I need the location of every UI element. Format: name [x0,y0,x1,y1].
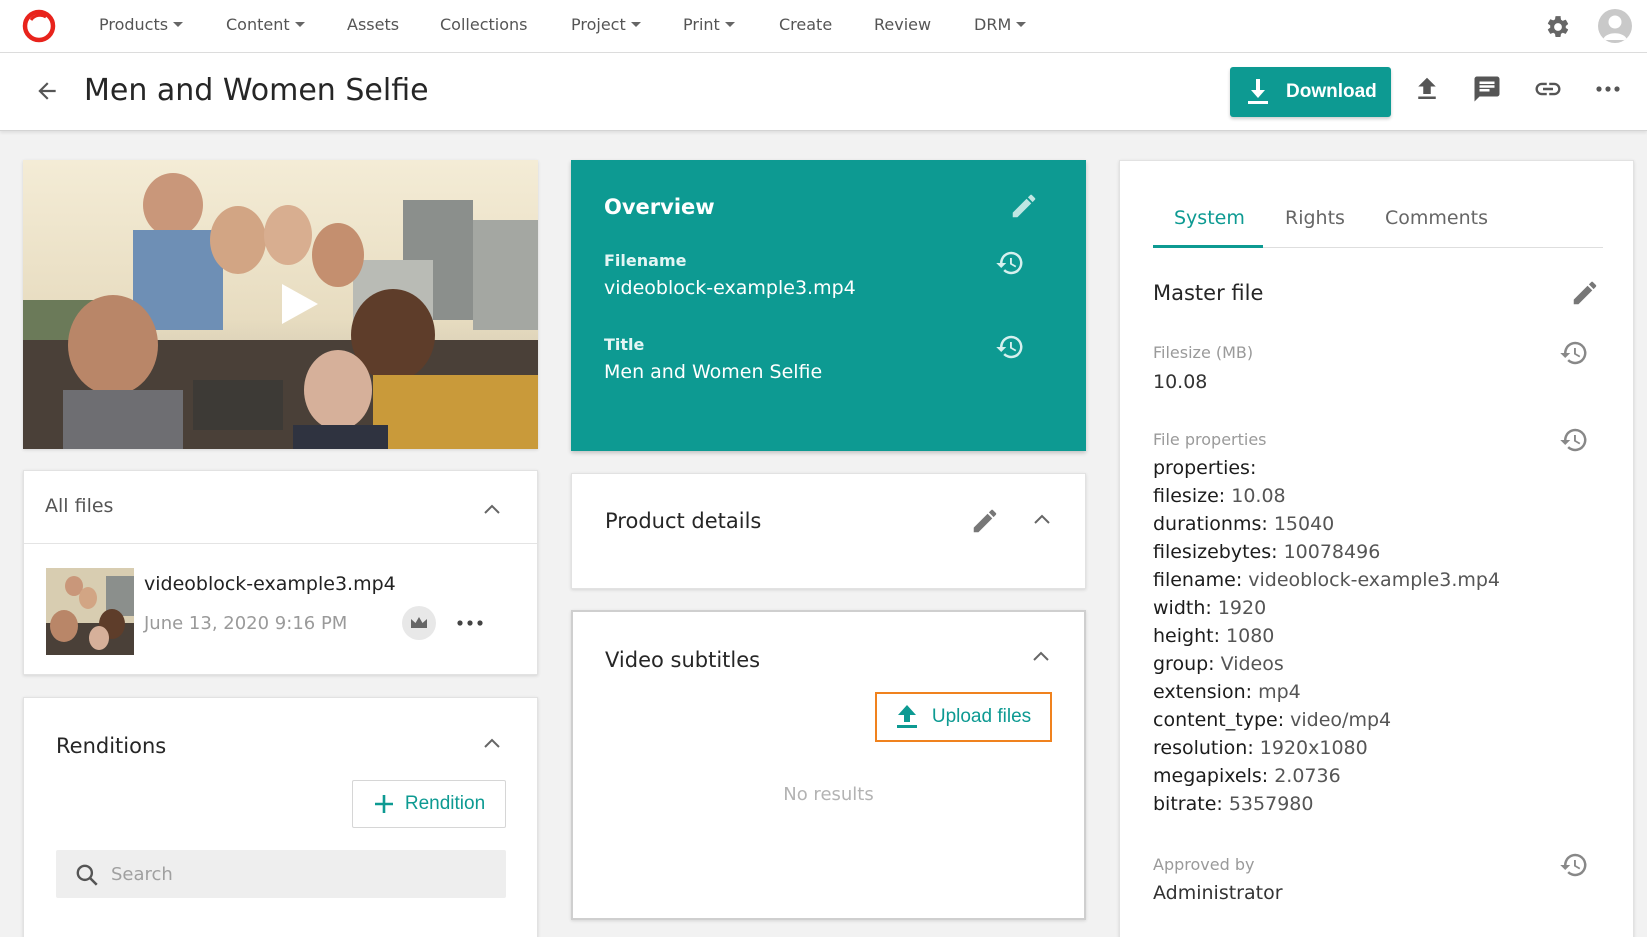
search-icon [76,864,98,886]
nav-print[interactable]: Print [683,15,735,34]
search-input[interactable] [111,850,491,898]
gear-icon[interactable] [1545,14,1571,40]
properties-heading: properties: [1153,457,1257,479]
product-details-title: Product details [605,509,762,533]
file-thumbnail[interactable] [46,568,134,655]
all-files-panel: All files videoblock-example3.mp4 June 1… [23,470,538,675]
master-file-title: Master file [1153,281,1264,305]
upload-icon[interactable] [1412,74,1442,104]
avatar[interactable] [1598,9,1632,43]
video-preview[interactable] [23,160,538,449]
edit-icon[interactable] [1570,278,1600,308]
chevron-up-icon[interactable] [1033,513,1051,525]
nav-assets[interactable]: Assets [347,15,399,34]
filename-value: videoblock-example3.mp4 [604,277,856,299]
overview-panel: Overview Filename videoblock-example3.mp… [571,160,1086,451]
divider [24,543,537,544]
filename-label: Filename [604,251,687,270]
property-row: group: Videos [1153,653,1284,675]
property-row: resolution: 1920x1080 [1153,737,1368,759]
nav-content[interactable]: Content [226,15,305,34]
renditions-panel: Renditions Rendition [23,697,538,937]
video-subtitles-title: Video subtitles [605,648,761,672]
nav-drm[interactable]: DRM [974,15,1027,34]
nav-project[interactable]: Project [571,15,641,34]
tab-system[interactable]: System [1174,207,1245,229]
edit-icon[interactable] [970,506,1000,536]
title-bar: Men and Women Selfie Download [0,53,1647,131]
history-icon[interactable] [1559,850,1589,880]
edit-icon[interactable] [1009,191,1039,221]
download-icon [1248,79,1268,104]
file-date: June 13, 2020 9:16 PM [144,613,348,634]
property-row: height: 1080 [1153,625,1275,647]
comment-icon[interactable] [1472,74,1502,104]
property-row: megapixels: 2.0736 [1153,765,1341,787]
tab-rights[interactable]: Rights [1285,207,1345,229]
caret-down-icon [294,22,305,27]
upload-files-button[interactable]: Upload files [875,692,1052,742]
chevron-up-icon[interactable] [1032,650,1050,662]
caret-down-icon [173,22,184,27]
crown-icon [411,617,427,628]
nav-collections[interactable]: Collections [440,15,527,34]
property-row: extension: mp4 [1153,681,1301,703]
nav-products[interactable]: Products [99,15,184,34]
empty-state-text: No results [783,784,874,805]
product-details-panel: Product details [571,473,1086,589]
file-properties-label: File properties [1153,430,1267,449]
back-arrow-icon[interactable] [34,78,60,104]
plus-icon [374,795,393,813]
property-row: durationms: 15040 [1153,513,1335,535]
approved-by-value: Administrator [1153,882,1283,904]
user-icon [1603,15,1627,40]
logo-icon[interactable] [22,9,56,43]
history-icon[interactable] [1559,425,1589,455]
caret-down-icon [1016,22,1027,27]
property-row: filename: videoblock-example3.mp4 [1153,569,1501,591]
property-row: bitrate: 5357980 [1153,793,1314,815]
download-button[interactable]: Download [1230,67,1391,117]
file-name[interactable]: videoblock-example3.mp4 [144,573,396,595]
top-nav: Products Content Assets Collections Proj… [0,0,1647,53]
property-row: content_type: video/mp4 [1153,709,1392,731]
renditions-heading: Renditions [56,734,167,758]
title-value: Men and Women Selfie [604,361,823,383]
history-icon[interactable] [1559,338,1589,368]
chevron-up-icon[interactable] [483,503,501,515]
title-label: Title [604,335,645,354]
system-panel: System Rights Comments Master file Files… [1119,160,1634,937]
video-subtitles-panel: Video subtitles Upload files No results [571,610,1086,920]
history-icon[interactable] [995,332,1025,362]
property-row: width: 1920 [1153,597,1267,619]
overview-title: Overview [604,195,715,219]
more-options-icon[interactable] [1593,74,1623,104]
page-title: Men and Women Selfie [84,73,429,108]
filesize-label: Filesize (MB) [1153,343,1254,362]
link-icon[interactable] [1533,74,1563,104]
property-row: filesizebytes: 10078496 [1153,541,1381,563]
property-row: filesize: 10.08 [1153,485,1286,507]
caret-down-icon [724,22,735,27]
file-thumbnail-image [46,568,134,655]
tab-comments[interactable]: Comments [1385,207,1488,229]
approved-by-label: Approved by [1153,855,1255,874]
caret-down-icon [630,22,641,27]
history-icon[interactable] [995,248,1025,278]
master-file-badge[interactable] [402,606,436,640]
nav-review[interactable]: Review [874,15,931,34]
nav-create[interactable]: Create [779,15,832,34]
chevron-up-icon[interactable] [483,737,501,749]
play-icon[interactable] [280,282,320,326]
rendition-search [56,850,506,898]
active-tab-indicator [1153,245,1263,248]
filesize-value: 10.08 [1153,371,1208,393]
file-more-icon[interactable] [455,618,485,628]
add-rendition-button[interactable]: Rendition [352,780,506,828]
all-files-heading: All files [45,495,114,517]
upload-icon [896,705,917,728]
